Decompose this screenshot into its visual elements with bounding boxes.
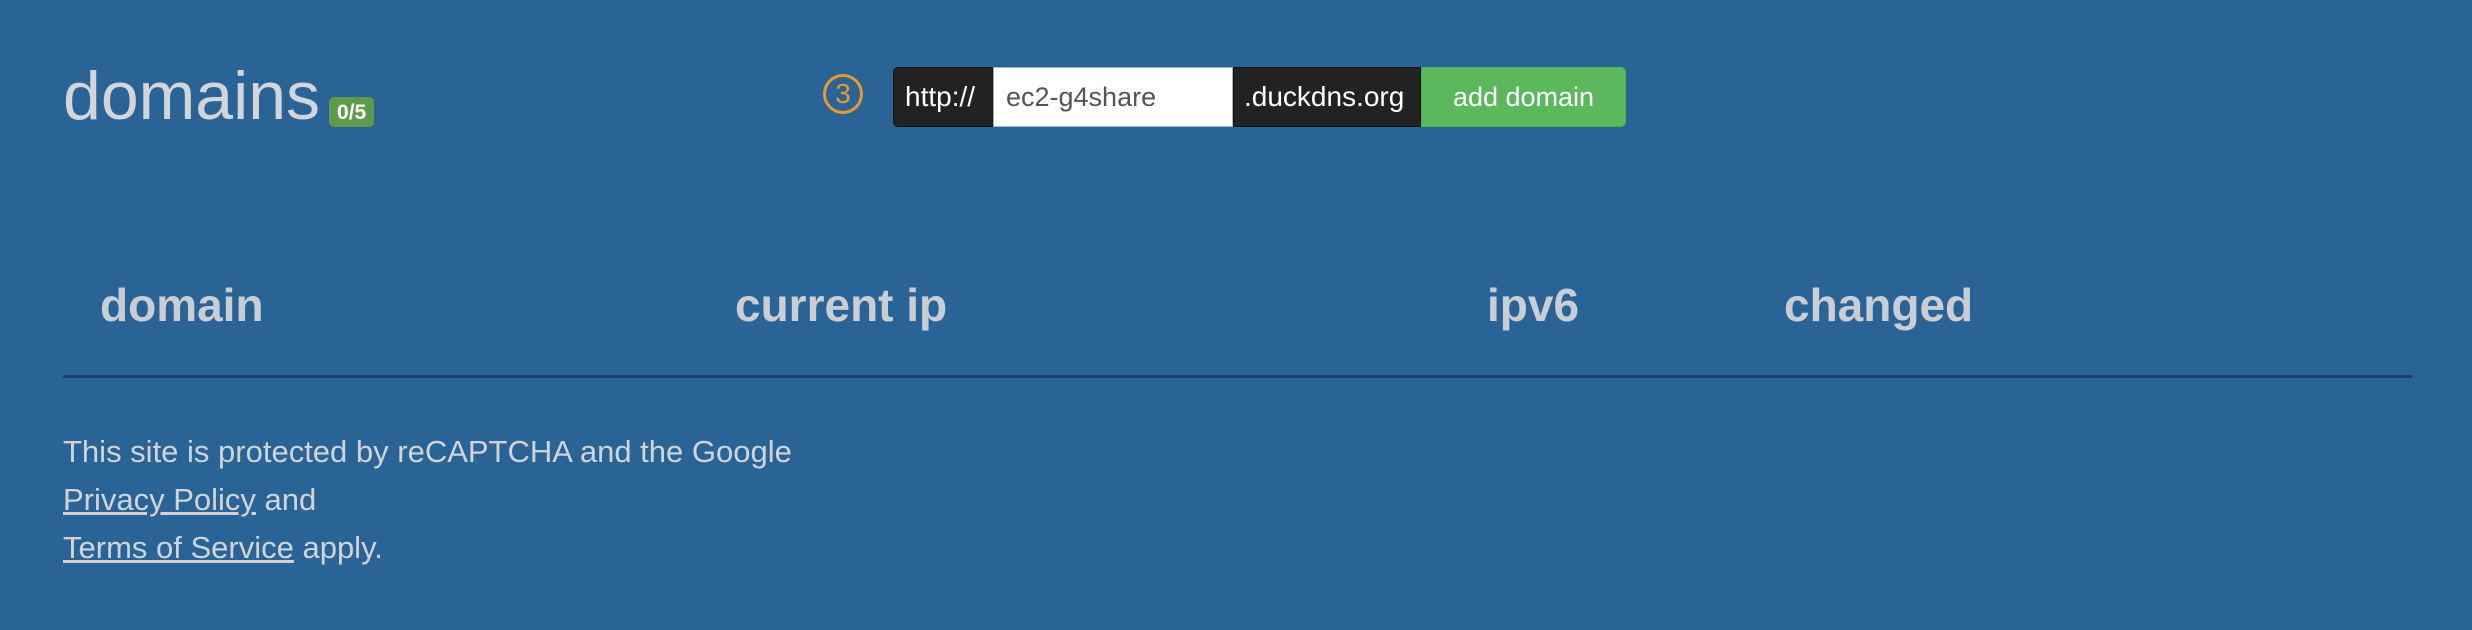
recaptcha-notice: This site is protected by reCAPTCHA and … <box>63 428 792 572</box>
page-title: domains <box>63 58 321 134</box>
domains-table-header: domain current ip ipv6 changed <box>63 250 2412 378</box>
add-domain-button[interactable]: add domain <box>1421 67 1626 127</box>
url-prefix-addon: http:// <box>893 67 993 127</box>
column-header-current-ip: current ip <box>735 279 948 331</box>
domain-suffix-addon: .duckdns.org <box>1233 67 1421 127</box>
column-header-ipv6: ipv6 <box>1487 279 1580 331</box>
column-header-domain: domain <box>100 279 264 331</box>
apply-text: apply. <box>293 530 383 565</box>
privacy-policy-link[interactable]: Privacy Policy <box>63 482 256 517</box>
domain-count-badge: 0/5 <box>329 97 375 127</box>
privacy-line: Privacy Policy and <box>63 476 792 524</box>
terms-line: Terms of Service apply. <box>63 524 792 572</box>
subdomain-input[interactable] <box>993 67 1233 127</box>
and-text: and <box>255 482 317 517</box>
column-header-changed: changed <box>1784 279 1974 331</box>
step-number-icon: 3 <box>823 74 863 114</box>
add-domain-form: http:// .duckdns.org add domain <box>893 67 1626 127</box>
recaptcha-notice-text: This site is protected by reCAPTCHA and … <box>63 434 792 469</box>
terms-of-service-link[interactable]: Terms of Service <box>63 530 294 565</box>
page-header: domains 0/5 <box>63 58 375 134</box>
